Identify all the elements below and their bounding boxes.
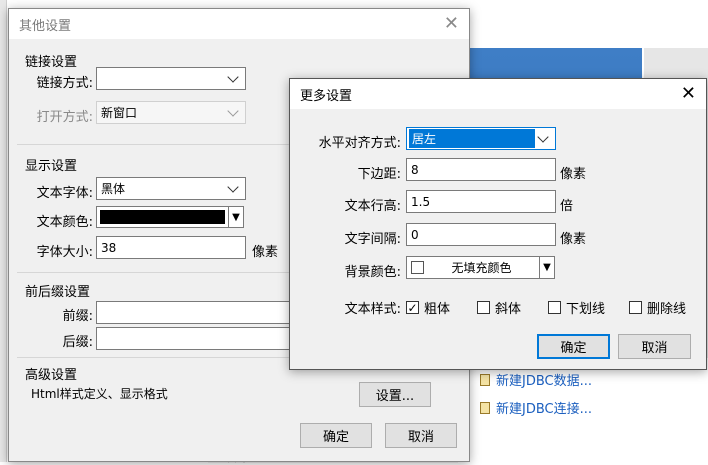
- italic-checkbox[interactable]: [477, 301, 490, 314]
- affix-group-title: 前后缀设置: [25, 285, 91, 300]
- chevron-down-icon: [537, 130, 549, 143]
- document-icon: [480, 373, 490, 386]
- chevron-down-icon: [227, 70, 239, 83]
- close-icon[interactable]: ✕: [681, 85, 696, 103]
- chevron-down-icon: [227, 104, 239, 117]
- chevron-down-icon: [227, 180, 239, 193]
- halign-value: 居左: [409, 129, 535, 148]
- ok-button[interactable]: 确定: [300, 423, 372, 448]
- new-jdbc-datasource-link[interactable]: 新建JDBC数据...: [480, 370, 592, 389]
- cancel-button[interactable]: 取消: [618, 334, 691, 359]
- prefix-label: 前缀:: [62, 309, 93, 324]
- font-label: 文本字体:: [36, 186, 93, 201]
- empty-swatch-icon: [411, 261, 424, 274]
- letter-spacing-unit: 像素: [560, 232, 587, 247]
- letter-spacing-input[interactable]: 0: [406, 223, 556, 246]
- link-mode-label: 链接方式:: [36, 76, 93, 91]
- line-height-input[interactable]: 1.5: [406, 190, 556, 213]
- bottom-margin-input[interactable]: 8: [406, 158, 556, 181]
- font-size-input[interactable]: 38: [96, 236, 246, 259]
- more-settings-body: 水平对齐方式: 居左 下边距: 8 像素 文本行高: 1.5 倍 文字间隔: 0…: [290, 109, 706, 369]
- size-unit: 像素: [252, 245, 279, 260]
- open-mode-select[interactable]: 新窗口: [96, 101, 246, 124]
- more-settings-dialog: 更多设置 ✕ 水平对齐方式: 居左 下边距: 8 像素 文本行高: 1.5 倍 …: [289, 78, 707, 370]
- strikethrough-checkbox-row[interactable]: 删除线: [629, 298, 686, 317]
- open-mode-label: 打开方式:: [36, 110, 93, 125]
- advanced-description: Html样式定义、显示格式: [31, 387, 168, 401]
- bg-color-picker[interactable]: 无填充颜色 ▼: [406, 256, 555, 279]
- underline-checkbox-row[interactable]: 下划线: [548, 298, 605, 317]
- bottom-margin-label: 下边距:: [357, 167, 401, 182]
- bold-checkbox-row[interactable]: ✓ 粗体: [406, 298, 450, 317]
- link-mode-select[interactable]: [96, 67, 246, 90]
- document-icon: [480, 401, 490, 414]
- text-color-picker[interactable]: ▼: [96, 206, 244, 228]
- size-label: 字体大小:: [36, 245, 93, 260]
- link-label: 新建JDBC连接...: [496, 402, 593, 417]
- line-height-label: 文本行高:: [344, 199, 401, 214]
- underline-label: 下划线: [566, 302, 606, 317]
- dialog-title: 更多设置: [300, 88, 353, 104]
- text-style-label: 文本样式:: [344, 302, 401, 317]
- bold-checkbox[interactable]: ✓: [406, 301, 419, 314]
- link-label: 新建JDBC数据...: [496, 374, 593, 389]
- more-settings-titlebar: 更多设置 ✕: [290, 79, 706, 109]
- prefix-input[interactable]: [96, 301, 296, 324]
- strikethrough-checkbox[interactable]: [629, 301, 642, 314]
- cancel-button[interactable]: 取消: [385, 423, 457, 448]
- color-label: 文本颜色:: [36, 215, 93, 230]
- advanced-settings-button[interactable]: 设置...: [359, 382, 431, 407]
- close-icon[interactable]: ✕: [444, 15, 459, 33]
- ok-button[interactable]: 确定: [537, 334, 610, 359]
- font-value: 黑体: [101, 182, 126, 196]
- bold-label: 粗体: [424, 302, 451, 317]
- open-mode-value: 新窗口: [101, 106, 138, 120]
- suffix-input[interactable]: [96, 327, 296, 350]
- font-select[interactable]: 黑体: [96, 177, 246, 200]
- suffix-label: 后缀:: [62, 335, 93, 350]
- italic-label: 斜体: [495, 302, 522, 317]
- underline-checkbox[interactable]: [548, 301, 561, 314]
- dialog-title: 其他设置: [19, 18, 72, 34]
- letter-spacing-label: 文字间隔:: [344, 232, 401, 247]
- italic-checkbox-row[interactable]: 斜体: [477, 298, 521, 317]
- background-window-edge: [0, 0, 7, 462]
- other-settings-titlebar: 其他设置 ✕: [9, 9, 469, 39]
- halign-label: 水平对齐方式:: [318, 136, 401, 151]
- bg-color-label: 背景颜色:: [344, 265, 401, 280]
- strikethrough-label: 删除线: [647, 302, 687, 317]
- link-group-title: 链接设置: [25, 55, 78, 70]
- new-jdbc-connection-link[interactable]: 新建JDBC连接...: [480, 398, 592, 417]
- bg-color-value: 无填充颜色: [451, 261, 512, 275]
- line-height-unit: 倍: [560, 199, 574, 214]
- dropdown-arrow-icon: ▼: [539, 257, 554, 278]
- color-swatch: [100, 210, 225, 224]
- bottom-margin-unit: 像素: [560, 167, 587, 182]
- advanced-group-title: 高级设置: [25, 368, 78, 383]
- halign-select[interactable]: 居左: [406, 127, 556, 150]
- display-group-title: 显示设置: [25, 159, 78, 174]
- dropdown-arrow-icon: ▼: [228, 207, 243, 227]
